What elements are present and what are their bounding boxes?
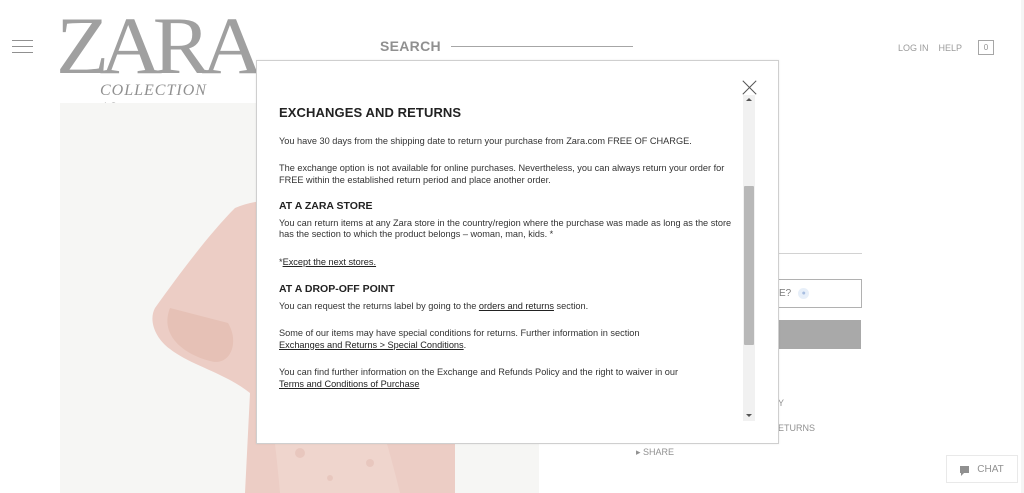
scroll-down-arrow-icon[interactable] — [743, 411, 755, 421]
orders-and-returns-link[interactable]: orders and returns — [479, 301, 554, 311]
dropoff-text-before: You can request the returns label by goi… — [279, 300, 479, 311]
dropoff-paragraph: You can request the returns label by goi… — [279, 301, 741, 313]
store-heading: AT A ZARA STORE — [279, 200, 373, 212]
special-conditions-paragraph: Some of our items may have special condi… — [279, 328, 741, 351]
terms-conditions-link[interactable]: Terms and Conditions of Purchase — [279, 379, 419, 389]
special-text: Some of our items may have special condi… — [279, 328, 640, 338]
close-icon[interactable] — [741, 78, 759, 96]
scroll-up-arrow-icon[interactable] — [743, 95, 755, 105]
store-paragraph: You can return items at any Zara store i… — [279, 217, 732, 240]
modal-title: EXCHANGES AND RETURNS — [279, 105, 462, 120]
intro-paragraph-1: You have 30 days from the shipping date … — [279, 135, 692, 146]
scrollbar-thumb[interactable] — [744, 186, 754, 345]
special-conditions-link[interactable]: Exchanges and Returns > Special Conditio… — [279, 340, 464, 350]
store-note: *Except the next stores. — [279, 257, 741, 269]
except-stores-link[interactable]: Except the next stores. — [283, 257, 376, 267]
dropoff-text-after: section. — [553, 300, 589, 311]
intro-paragraph-2: The exchange option is not available for… — [279, 163, 725, 185]
exchanges-returns-modal: EXCHANGES AND RETURNS You have 30 days f… — [256, 60, 779, 444]
policy-text: You can find further information on the … — [279, 367, 679, 377]
modal-content: EXCHANGES AND RETURNS You have 30 days f… — [279, 105, 741, 406]
special-end: . — [463, 339, 467, 350]
modal-scrollbar[interactable] — [743, 95, 755, 421]
dropoff-heading: AT A DROP-OFF POINT — [279, 283, 395, 295]
policy-paragraph: You can find further information on the … — [279, 367, 741, 390]
